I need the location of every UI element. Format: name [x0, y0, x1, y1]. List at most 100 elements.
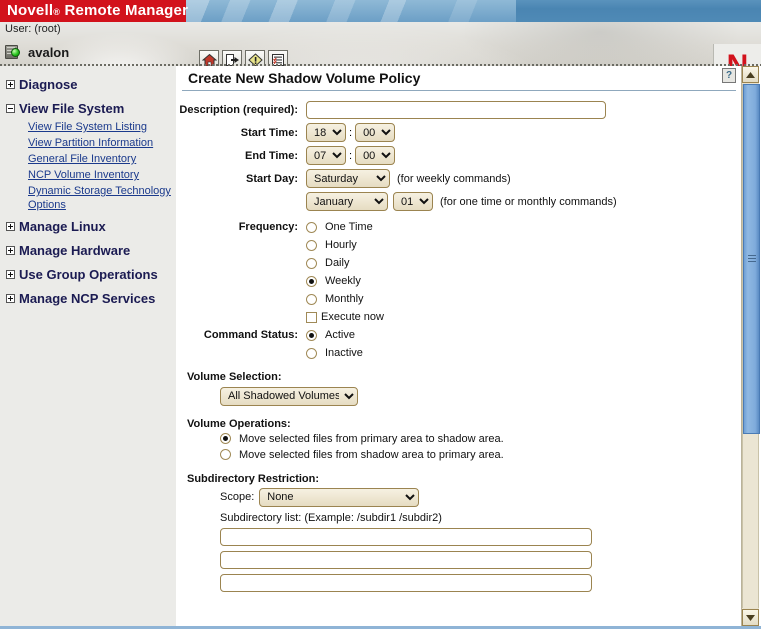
sidebar-item-label: View File System [19, 101, 125, 116]
command-status-radio-inactive[interactable] [306, 347, 317, 359]
scroll-up-icon[interactable] [742, 66, 759, 83]
scrollbar-grip [748, 255, 756, 263]
sidebar-navigation: Diagnose View File System View File Syst… [0, 66, 177, 626]
start-time-row: Start Time: 18 : 00 [178, 123, 740, 142]
command-status-label-active: Active [325, 329, 355, 341]
nav-group-view-file-system: View File System View File System Listin… [4, 98, 176, 213]
nav-group-use-group-operations: Use Group Operations [4, 264, 176, 285]
command-status-row-active: Command Status: Active [178, 329, 740, 341]
start-day-month-row: January 01 (for one time or monthly comm… [178, 192, 740, 211]
subdirectory-input-1[interactable] [220, 527, 592, 546]
sidebar-item-manage-ncp-services[interactable]: Manage NCP Services [4, 288, 176, 309]
volume-operations-radio-shadow-to-primary[interactable] [220, 449, 231, 460]
sidebar-link-dynamic-storage-technology-options[interactable]: Dynamic Storage Technology Options [28, 183, 176, 213]
volume-selection-select[interactable]: All Shadowed Volumes [220, 386, 358, 406]
subdirectory-list-label: Subdirectory list: (Example: /subdir1 /s… [220, 511, 442, 524]
start-day-date-select[interactable]: 01 [393, 192, 433, 211]
header-divider [0, 64, 761, 66]
top-banner: Novell® Remote Manager [0, 0, 761, 22]
frequency-row-daily: Daily [178, 257, 740, 269]
collapse-minus-icon[interactable] [6, 104, 15, 113]
frequency-label-monthly: Monthly [325, 293, 364, 305]
sidebar-link-ncp-volume-inventory[interactable]: NCP Volume Inventory [28, 167, 176, 183]
expand-plus-icon[interactable] [6, 222, 15, 231]
page-title: Create New Shadow Volume Policy ? [182, 66, 736, 91]
sidebar-item-label: Manage Linux [19, 219, 106, 234]
execute-now-label: Execute now [321, 311, 384, 323]
nav-group-manage-ncp-services: Manage NCP Services [4, 288, 176, 309]
main-scrollbar[interactable] [741, 66, 760, 626]
frequency-row-hourly: Hourly [178, 239, 740, 251]
subdirectory-input-3[interactable] [220, 573, 592, 592]
end-time-label: End Time: [245, 149, 298, 162]
volume-selection-row: All Shadowed Volumes [220, 386, 740, 406]
header-swoosh-graphic [0, 22, 761, 66]
frequency-radio-daily[interactable] [306, 257, 317, 269]
start-day-month-select[interactable]: January [306, 192, 388, 211]
frequency-label-one-time: One Time [325, 221, 373, 233]
volume-operations-radio-primary-to-shadow[interactable] [220, 433, 231, 444]
scope-select[interactable]: None [259, 487, 420, 507]
volume-operations-label: Volume Operations: [187, 417, 291, 430]
sidebar-item-manage-linux[interactable]: Manage Linux [4, 216, 176, 237]
sidebar-item-label: Diagnose [19, 77, 78, 92]
start-day-weekday-row: Start Day: Saturday (for weekly commands… [178, 169, 740, 188]
sidebar-link-general-file-inventory[interactable]: General File Inventory [28, 151, 176, 167]
sidebar-item-manage-hardware[interactable]: Manage Hardware [4, 240, 176, 261]
start-day-weekday-select[interactable]: Saturday [306, 169, 390, 188]
volume-operations-row-primary-to-shadow: Move selected files from primary area to… [220, 433, 740, 445]
command-status-label: Command Status: [203, 329, 298, 341]
start-time-minute-select[interactable]: 00 [355, 123, 396, 142]
frequency-radio-one-time[interactable] [306, 221, 317, 233]
frequency-radio-weekly[interactable] [306, 275, 317, 287]
subdirectory-input-2[interactable] [220, 550, 592, 569]
execute-now-row: Execute now [178, 311, 740, 323]
execute-now-checkbox[interactable] [306, 311, 317, 323]
expand-plus-icon[interactable] [6, 270, 15, 279]
end-time-minute-select[interactable]: 00 [355, 146, 396, 165]
description-row: Description (required): [178, 101, 740, 119]
help-question-icon[interactable]: ? [722, 68, 736, 83]
product-brand: Novell® Remote Manager [0, 0, 189, 22]
frequency-label: Frequency: [238, 221, 298, 233]
banner-graphic [186, 0, 516, 22]
frequency-label-weekly: Weekly [325, 275, 361, 287]
scope-row: Scope: None [220, 487, 740, 507]
subdirectory-list-inputs [220, 527, 740, 592]
sidebar-item-label: Manage NCP Services [19, 291, 156, 306]
nav-group-manage-hardware: Manage Hardware [4, 240, 176, 261]
expand-plus-icon[interactable] [6, 294, 15, 303]
sidebar-link-view-file-system-listing[interactable]: View File System Listing [28, 119, 176, 135]
sidebar-link-view-partition-information[interactable]: View Partition Information [28, 135, 176, 151]
novell-n-logo: N [713, 44, 761, 66]
command-status-row-inactive: Inactive [178, 347, 740, 359]
volume-operations-label-primary-to-shadow: Move selected files from primary area to… [239, 432, 504, 445]
command-status-label-inactive: Inactive [325, 347, 363, 359]
end-time-hour-select[interactable]: 07 [306, 146, 346, 165]
scrollbar-thumb[interactable] [743, 84, 760, 434]
scrollbar-track[interactable] [742, 84, 760, 608]
frequency-row-one-time: Frequency: One Time [178, 221, 740, 233]
start-time-hour-select[interactable]: 18 [306, 123, 346, 142]
sub-header: User: (root) avalon N [0, 22, 761, 66]
scope-label: Scope: [220, 491, 255, 503]
sidebar-item-use-group-operations[interactable]: Use Group Operations [4, 264, 176, 285]
frequency-radio-monthly[interactable] [306, 293, 317, 305]
frequency-label-daily: Daily [325, 257, 350, 269]
brand-suffix: Remote Manager [64, 2, 189, 19]
sidebar-sublinks: View File System Listing View Partition … [4, 119, 176, 213]
sidebar-item-label: Manage Hardware [19, 243, 131, 258]
scroll-down-icon[interactable] [742, 609, 759, 626]
frequency-radio-hourly[interactable] [306, 239, 317, 251]
expand-plus-icon[interactable] [6, 80, 15, 89]
nav-group-manage-linux: Manage Linux [4, 216, 176, 237]
page-title-text: Create New Shadow Volume Policy [188, 70, 421, 86]
frequency-label-hourly: Hourly [325, 239, 357, 251]
description-input[interactable] [306, 101, 606, 119]
sidebar-item-label: Use Group Operations [19, 267, 158, 282]
volume-selection-label: Volume Selection: [187, 371, 282, 383]
sidebar-item-view-file-system[interactable]: View File System [4, 98, 176, 119]
sidebar-item-diagnose[interactable]: Diagnose [4, 74, 176, 95]
expand-plus-icon[interactable] [6, 246, 15, 255]
command-status-radio-active[interactable] [306, 329, 317, 341]
